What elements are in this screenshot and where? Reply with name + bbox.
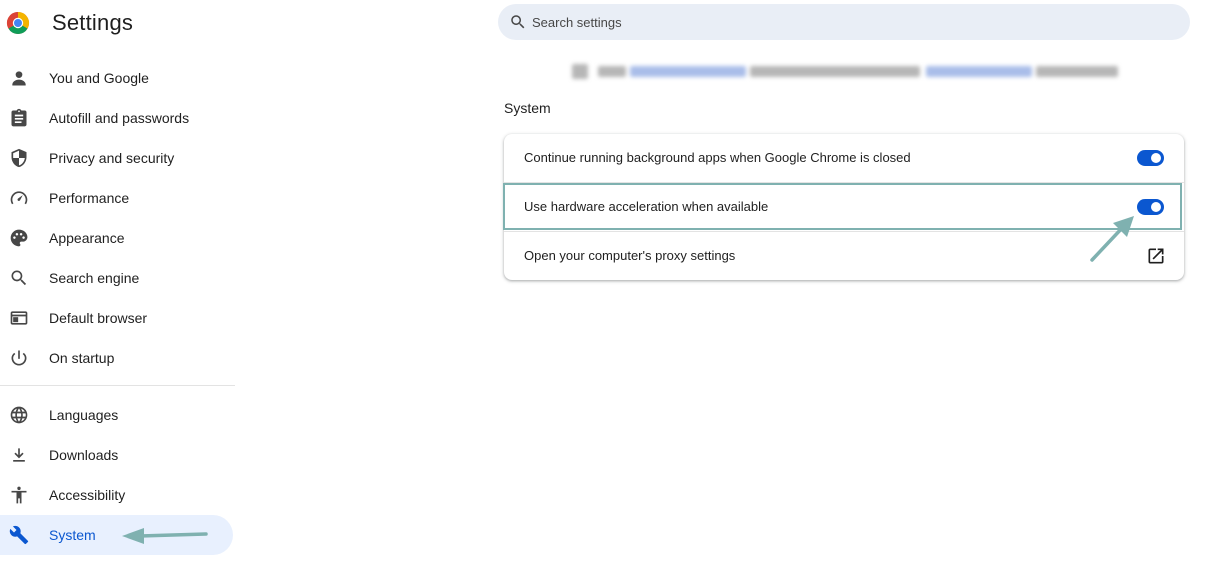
sidebar-item-label: Accessibility <box>49 487 126 503</box>
managed-browser-banner <box>572 63 1118 81</box>
setting-label: Open your computer's proxy settings <box>524 248 736 263</box>
sidebar-item-system[interactable]: System <box>0 515 233 555</box>
search-icon <box>509 13 527 31</box>
sidebar-item-search-engine[interactable]: Search engine <box>0 258 233 298</box>
wrench-icon <box>9 525 29 545</box>
sidebar-item-autofill[interactable]: Autofill and passwords <box>0 98 233 138</box>
palette-icon <box>9 228 29 248</box>
accessibility-icon <box>9 485 29 505</box>
hardware-acceleration-toggle[interactable] <box>1137 199 1164 215</box>
setting-label: Use hardware acceleration when available <box>524 199 769 214</box>
sidebar-item-label: Languages <box>49 407 119 423</box>
setting-row-hardware-acceleration[interactable]: Use hardware acceleration when available <box>504 183 1184 231</box>
setting-row-proxy-settings[interactable]: Open your computer's proxy settings <box>504 232 1184 280</box>
browser-window-icon <box>9 308 29 328</box>
chrome-logo-icon <box>6 11 30 35</box>
sidebar-item-languages[interactable]: Languages <box>0 395 233 435</box>
section-title: System <box>504 100 551 116</box>
sidebar-item-label: System <box>49 527 96 543</box>
sidebar-item-label: Autofill and passwords <box>49 110 190 126</box>
sidebar-item-label: You and Google <box>49 70 149 86</box>
toggle-knob <box>1151 202 1161 212</box>
sidebar-item-label: Downloads <box>49 447 119 463</box>
search-bar <box>498 4 1190 40</box>
sidebar-divider <box>0 385 235 386</box>
sidebar-item-label: Default browser <box>49 310 148 326</box>
sidebar-item-default-browser[interactable]: Default browser <box>0 298 233 338</box>
setting-label: Continue running background apps when Go… <box>524 150 911 165</box>
open-in-new-icon[interactable] <box>1146 246 1166 266</box>
managed-building-icon <box>572 64 588 79</box>
search-icon <box>9 268 29 288</box>
sidebar-item-label: Search engine <box>49 270 140 286</box>
search-input[interactable] <box>532 12 1152 32</box>
sidebar-item-label: Privacy and security <box>49 150 175 166</box>
person-icon <box>9 68 29 88</box>
sidebar-item-privacy[interactable]: Privacy and security <box>0 138 233 178</box>
sidebar-item-label: Performance <box>49 190 130 206</box>
power-icon <box>9 348 29 368</box>
clipboard-icon <box>9 108 29 128</box>
sidebar-item-downloads[interactable]: Downloads <box>0 435 233 475</box>
background-apps-toggle[interactable] <box>1137 150 1164 166</box>
page-title: Settings <box>52 10 134 35</box>
sidebar-item-you-and-google[interactable]: You and Google <box>0 58 233 98</box>
shield-icon <box>9 148 29 168</box>
sidebar: Settings You and Google Autofill and pas… <box>0 0 236 562</box>
globe-icon <box>9 405 29 425</box>
sidebar-item-appearance[interactable]: Appearance <box>0 218 233 258</box>
speedometer-icon <box>9 188 29 208</box>
system-settings-card: Continue running background apps when Go… <box>504 134 1184 280</box>
sidebar-item-accessibility[interactable]: Accessibility <box>0 475 233 515</box>
sidebar-item-label: Appearance <box>49 230 125 246</box>
sidebar-item-label: On startup <box>49 350 115 366</box>
download-icon <box>9 445 29 465</box>
sidebar-item-performance[interactable]: Performance <box>0 178 233 218</box>
sidebar-item-on-startup[interactable]: On startup <box>0 338 233 378</box>
brand: Settings <box>6 9 133 37</box>
setting-row-background-apps[interactable]: Continue running background apps when Go… <box>504 134 1184 182</box>
toggle-knob <box>1151 153 1161 163</box>
